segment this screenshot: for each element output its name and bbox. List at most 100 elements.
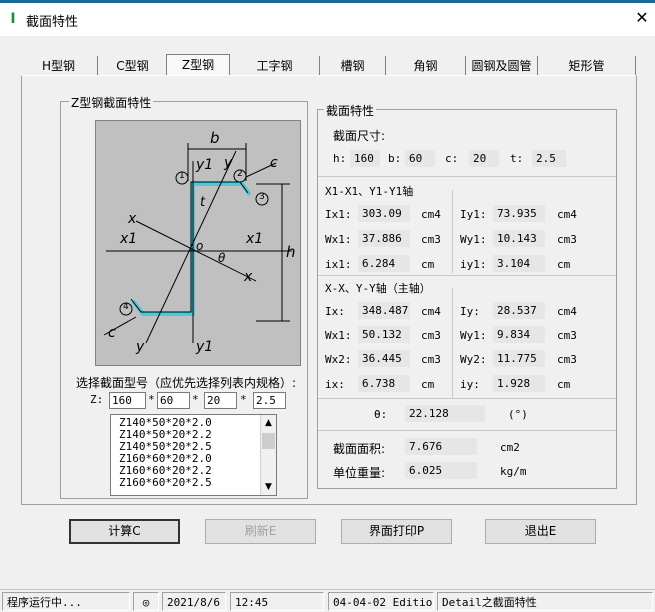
- wx2-unit: cm3: [421, 353, 441, 366]
- tab-z-steel[interactable]: Z型钢: [166, 54, 230, 76]
- y-top-label: y: [224, 155, 233, 171]
- exit-button[interactable]: 退出E: [485, 519, 596, 544]
- ix-moment-label: Ix:: [325, 305, 345, 318]
- theta-label: θ: [218, 251, 226, 265]
- props-group-title: 截面特性: [324, 102, 377, 119]
- wy1-value: 10.143: [493, 230, 545, 247]
- axis2-title: X-X、Y-Y轴（主轴）: [325, 282, 431, 295]
- list-item[interactable]: Z160*60*20*2.5: [111, 477, 276, 489]
- ix-moment-value: 348.487: [358, 302, 410, 319]
- ry-value: 1.928: [493, 375, 545, 392]
- sep-2: *: [192, 393, 199, 406]
- b-label: b:: [388, 152, 402, 165]
- tab-i-beam[interactable]: 工字钢: [230, 56, 320, 76]
- z-label: Z:: [90, 393, 104, 406]
- wx1-unit: cm3: [421, 233, 441, 246]
- iy1-moment-unit: cm4: [557, 208, 577, 221]
- area-unit: cm2: [500, 441, 520, 454]
- title-bar: I 截面特性 ✕: [0, 0, 655, 36]
- rx-unit: cm: [421, 378, 435, 391]
- wy2-label: Wy2:: [460, 353, 487, 366]
- divider-1: [318, 176, 616, 177]
- ry-unit: cm: [557, 378, 571, 391]
- dim-c-bottom-label: c: [108, 325, 116, 341]
- clock-icon: ◎: [133, 592, 159, 611]
- y1-bottom-label: y1: [196, 339, 214, 355]
- weight-label: 单位重量:: [333, 466, 386, 480]
- point-4-label: 4: [123, 302, 129, 312]
- tab-c-steel[interactable]: C型钢: [98, 56, 168, 76]
- dim-h-label: h: [286, 243, 296, 261]
- wx1-label: Wx1:: [325, 233, 352, 246]
- vdivider-2: [452, 288, 453, 398]
- status-detail: Detail之截面特性: [437, 592, 653, 611]
- dim-t-label: t: [200, 195, 206, 210]
- tab-h-steel[interactable]: H型钢: [20, 56, 98, 76]
- b-input[interactable]: 60: [157, 392, 190, 409]
- rx-label: ix:: [325, 378, 345, 391]
- t-value: 2.5: [532, 150, 566, 167]
- dim-b-label: b: [210, 129, 220, 147]
- wx1-main-unit: cm3: [421, 329, 441, 342]
- wy1-main-value: 9.834: [493, 326, 545, 343]
- area-value: 7.676: [405, 438, 477, 455]
- t-input[interactable]: 2.5: [253, 392, 286, 409]
- wy2-value: 11.775: [493, 350, 545, 367]
- app-icon: I: [10, 11, 16, 27]
- ry1-label: iy1:: [460, 258, 487, 271]
- z-section-diagram: b y1 y c t x x1 x1 o θ x h c y y1 1 2 3 …: [95, 120, 301, 366]
- iy-moment-label: Iy:: [460, 305, 480, 318]
- ix1-moment-unit: cm4: [421, 208, 441, 221]
- weight-unit: kg/m: [500, 465, 527, 478]
- wy2-unit: cm3: [557, 353, 577, 366]
- ry-label: iy:: [460, 378, 480, 391]
- rx-value: 6.738: [358, 375, 410, 392]
- scroll-up-icon[interactable]: ▲: [261, 415, 276, 431]
- theta-prop-label: θ:: [374, 408, 388, 421]
- iy-moment-value: 28.537: [493, 302, 545, 319]
- close-icon[interactable]: ✕: [633, 9, 651, 27]
- iy-moment-unit: cm4: [557, 305, 577, 318]
- print-button[interactable]: 界面打印P: [341, 519, 452, 544]
- calculate-button[interactable]: 计算C: [69, 519, 180, 544]
- divider-3: [318, 398, 616, 399]
- area-label: 截面面积:: [333, 442, 386, 456]
- x-left-label: x: [128, 211, 137, 227]
- section-group-title: Z型钢截面特性: [69, 94, 154, 111]
- wx2-value: 36.445: [358, 350, 410, 367]
- ry1-unit: cm: [557, 258, 571, 271]
- tab-angle[interactable]: 角钢: [386, 56, 466, 76]
- scroll-thumb[interactable]: [262, 433, 275, 449]
- x-right-label: x: [244, 269, 253, 285]
- c-input[interactable]: 20: [204, 392, 237, 409]
- tab-rect-tube[interactable]: 矩形管: [538, 56, 636, 76]
- scroll-down-icon[interactable]: ▼: [261, 479, 276, 495]
- wx1-value: 37.886: [358, 230, 410, 247]
- size-label: 截面尺寸:: [333, 129, 386, 143]
- point-2-label: 2: [237, 169, 243, 179]
- weight-value: 6.025: [405, 462, 477, 479]
- origin-label: o: [196, 239, 204, 253]
- tab-round-pipe[interactable]: 圆钢及圆管: [466, 56, 538, 76]
- h-label: h:: [333, 152, 347, 165]
- ix1-moment-value: 303.09: [358, 205, 410, 222]
- h-value: 160: [350, 150, 380, 167]
- point-3-label: 3: [259, 192, 265, 202]
- c-value: 20: [469, 150, 499, 167]
- axis1-title: X1-X1、Y1-Y1轴: [325, 185, 414, 198]
- wx2-label: Wx2:: [325, 353, 352, 366]
- point-1-label: 1: [179, 171, 185, 181]
- rx1-label: ix1:: [325, 258, 352, 271]
- y-bottom-label: y: [136, 339, 145, 355]
- refresh-button[interactable]: 刷新E: [205, 519, 316, 544]
- tab-channel[interactable]: 槽钢: [320, 56, 386, 76]
- list-scrollbar[interactable]: ▲ ▼: [260, 415, 276, 495]
- h-input[interactable]: 160: [109, 392, 146, 409]
- ix-moment-unit: cm4: [421, 305, 441, 318]
- b-value: 60: [405, 150, 435, 167]
- iy1-moment-label: Iy1:: [460, 208, 487, 221]
- status-time: 12:45: [230, 592, 324, 611]
- section-list[interactable]: Z140*50*20*2.0 Z140*50*20*2.2 Z140*50*20…: [110, 414, 277, 496]
- theta-unit: (°): [508, 408, 528, 421]
- x1-right-label: x1: [246, 231, 264, 247]
